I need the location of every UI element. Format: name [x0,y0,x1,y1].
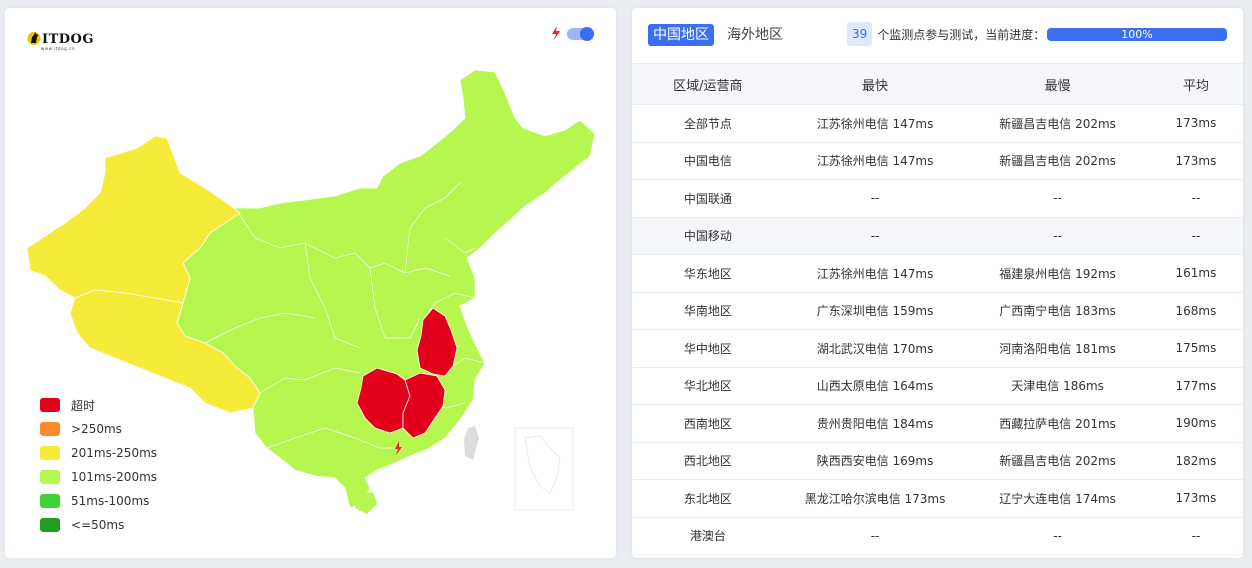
table-row: 港澳台 -- -- -- [632,517,1243,555]
table-header-row: 区域/运营商 最快 最慢 平均 [632,63,1243,105]
cell-region: 港澳台 [632,517,784,555]
cell-slowest: 辽宁大连电信 174ms [966,479,1149,518]
map-legend: 超时 >250ms 201ms-250ms 101ms-200ms 51ms-1… [40,393,157,537]
header-fastest: 最快 [783,63,967,105]
table-row: 东北地区 黑龙江哈尔滨电信 173ms 辽宁大连电信 174ms 173ms [632,479,1243,518]
progress-bar: 100% [1047,28,1227,41]
cell-slowest: 天津电信 186ms [966,367,1149,405]
cell-fastest: 江苏徐州电信 147ms [783,254,967,293]
table-row: 中国电信 江苏徐州电信 147ms 新疆昌吉电信 202ms 173ms [632,142,1243,180]
cell-average: 161ms [1148,254,1243,293]
cell-slowest: 福建泉州电信 192ms [966,254,1149,293]
results-card: 中国地区 海外地区 39 个监测点参与测试，当前进度： 100% 区域/运营商 … [632,8,1243,558]
legend-label: 超时 [71,398,96,413]
tab-china[interactable]: 中国地区 [648,24,714,46]
cell-fastest: 湖北武汉电信 170ms [783,329,967,368]
cell-slowest: -- [966,517,1149,555]
cell-average: 177ms [1148,367,1243,405]
legend-swatch [40,446,60,460]
monitor-count-badge: 39 [847,22,873,46]
cell-region: 中国移动 [632,217,784,255]
inset-outline [524,435,561,494]
header-average: 平均 [1148,63,1243,105]
map-region-taiwan [464,426,479,460]
results-table: 区域/运营商 最快 最慢 平均 全部节点 江苏徐州电信 147ms 新疆昌吉电信… [632,63,1243,555]
cell-average: -- [1148,217,1243,255]
cell-average: 182ms [1148,442,1243,480]
table-row: 西北地区 陕西西安电信 169ms 新疆昌吉电信 202ms 182ms [632,442,1243,480]
legend-item-under-50: <=50ms [40,513,157,537]
table-row: 华北地区 山西太原电信 164ms 天津电信 186ms 177ms [632,367,1243,405]
cell-region: 华东地区 [632,254,784,293]
legend-label: >250ms [71,422,122,436]
legend-item-51-100: 51ms-100ms [40,489,157,513]
cell-average: -- [1148,179,1243,218]
table-row: 中国联通 -- -- -- [632,179,1243,218]
legend-label: 101ms-200ms [71,470,158,484]
cell-region: 中国电信 [632,142,784,180]
cell-region: 全部节点 [632,104,784,143]
map-region-green [176,69,596,509]
cell-average: 173ms [1148,479,1243,518]
table-row: 全部节点 江苏徐州电信 147ms 新疆昌吉电信 202ms 173ms [632,104,1243,143]
cell-slowest: 河南洛阳电信 181ms [966,329,1149,368]
cell-fastest: 陕西西安电信 169ms [783,442,967,480]
cell-region: 西北地区 [632,442,784,480]
tab-overseas[interactable]: 海外地区 [722,24,788,46]
cell-fastest: -- [783,179,967,218]
table-row-highlighted: 中国移动 -- -- -- [632,217,1243,255]
legend-swatch [40,398,60,412]
cell-fastest: 山西太原电信 164ms [783,367,967,405]
cell-slowest: -- [966,217,1149,255]
legend-item-timeout: 超时 [40,393,157,417]
monitor-status-text: 个监测点参与测试，当前进度： [877,27,1046,42]
cell-region: 华南地区 [632,292,784,330]
table-row: 西南地区 贵州贵阳电信 184ms 西藏拉萨电信 201ms 190ms [632,404,1243,443]
legend-item-101-200: 101ms-200ms [40,465,157,489]
legend-swatch [40,422,60,436]
cell-fastest: 江苏徐州电信 147ms [783,104,967,143]
cell-average: 168ms [1148,292,1243,330]
table-row: 华东地区 江苏徐州电信 147ms 福建泉州电信 192ms 161ms [632,254,1243,293]
cell-slowest: 新疆昌吉电信 202ms [966,142,1149,180]
cell-slowest: 西藏拉萨电信 201ms [966,404,1149,443]
header-region: 区域/运营商 [632,63,784,105]
cell-average: 190ms [1148,404,1243,443]
cell-fastest: 贵州贵阳电信 184ms [783,404,967,443]
header-slowest: 最慢 [966,63,1149,105]
cell-average: -- [1148,517,1243,555]
cell-region: 西南地区 [632,404,784,443]
legend-item-over-250: >250ms [40,417,157,441]
cell-fastest: -- [783,217,967,255]
map-card: ITDOG www.itdog.cn 超时 >250ms 201ms-250ms… [5,8,616,558]
cell-slowest: 新疆昌吉电信 202ms [966,442,1149,480]
cell-fastest: 江苏徐州电信 147ms [783,142,967,180]
cell-average: 173ms [1148,104,1243,143]
legend-label: <=50ms [71,518,125,532]
cell-average: 173ms [1148,142,1243,180]
legend-swatch [40,518,60,532]
monitor-status: 39 个监测点参与测试，当前进度： [847,22,1045,46]
table-row: 华南地区 广东深圳电信 159ms 广西南宁电信 183ms 168ms [632,292,1243,330]
cell-slowest: -- [966,179,1149,218]
cell-slowest: 广西南宁电信 183ms [966,292,1149,330]
legend-label: 201ms-250ms [71,446,158,460]
cell-region: 东北地区 [632,479,784,518]
legend-swatch [40,494,60,508]
cell-region: 华北地区 [632,367,784,405]
cell-fastest: 黑龙江哈尔滨电信 173ms [783,479,967,518]
cell-region: 中国联通 [632,179,784,218]
cell-fastest: -- [783,517,967,555]
cell-region: 华中地区 [632,329,784,368]
cell-fastest: 广东深圳电信 159ms [783,292,967,330]
legend-swatch [40,470,60,484]
legend-item-201-250: 201ms-250ms [40,441,157,465]
cell-average: 175ms [1148,329,1243,368]
region-tabs: 中国地区 海外地区 [648,24,788,46]
cell-slowest: 新疆昌吉电信 202ms [966,104,1149,143]
legend-label: 51ms-100ms [71,494,150,508]
table-row: 华中地区 湖北武汉电信 170ms 河南洛阳电信 181ms 175ms [632,329,1243,368]
